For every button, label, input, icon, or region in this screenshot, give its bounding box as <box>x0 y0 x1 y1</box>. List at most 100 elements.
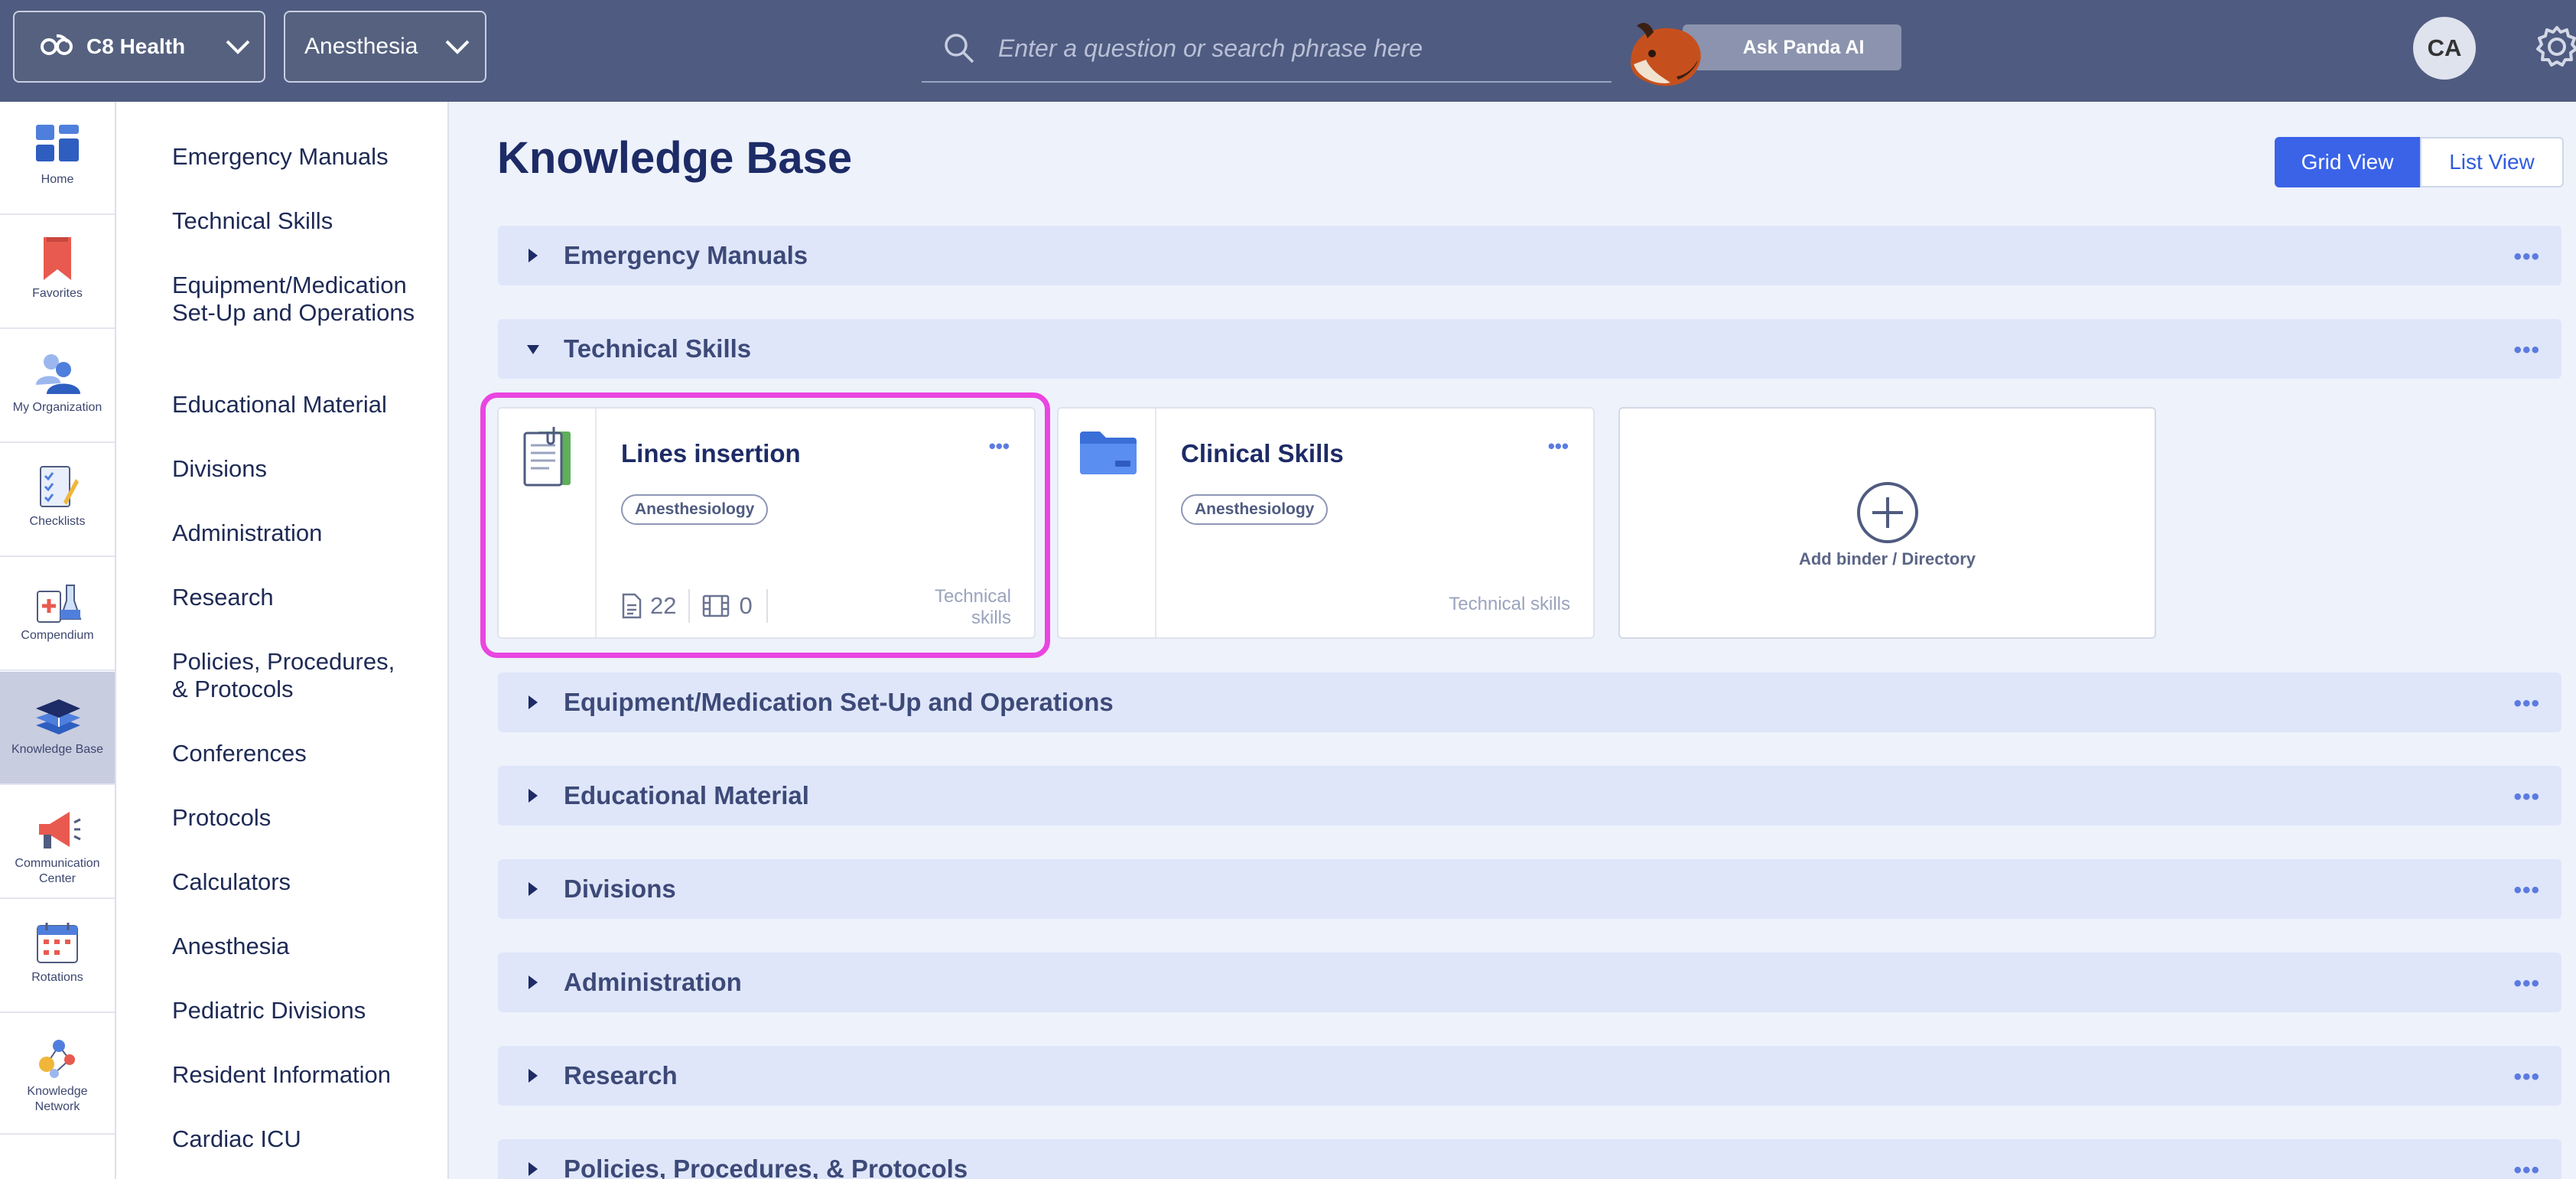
ask-panda-button[interactable]: Ask Panda AI <box>1683 24 1901 70</box>
search-bar[interactable]: Enter a question or search phrase here <box>922 15 1612 83</box>
sidebar-item-research[interactable]: Research <box>172 584 432 611</box>
organization-name: C8 Health <box>86 34 186 58</box>
caret-right-icon <box>529 882 538 896</box>
nav-home[interactable]: Home <box>0 102 115 215</box>
organization-selector[interactable]: C8 Health <box>13 11 265 83</box>
section-title: Technical Skills <box>564 334 752 363</box>
nav-label: My Organization <box>12 401 102 414</box>
sidebar-item-pediatric-divisions[interactable]: Pediatric Divisions <box>172 997 432 1024</box>
books-icon <box>36 699 80 734</box>
caret-down-icon <box>527 345 539 354</box>
more-options-icon[interactable]: ••• <box>1548 435 1569 458</box>
sidebar-item-calculators[interactable]: Calculators <box>172 868 432 896</box>
sidebar-item-equipment-medication[interactable]: Equipment/Medication Set-Up and Operatio… <box>172 272 424 327</box>
list-view-button[interactable]: List View <box>2420 137 2564 187</box>
megaphone-icon <box>39 812 81 848</box>
nav-knowledge-base[interactable]: Knowledge Base <box>0 672 115 785</box>
gear-icon[interactable] <box>2532 21 2576 72</box>
caret-right-icon <box>529 789 538 803</box>
caret-right-icon <box>529 1069 538 1083</box>
section-administration[interactable]: Administration ••• <box>498 953 2561 1012</box>
bookmark-icon <box>44 237 71 280</box>
chevron-down-icon <box>445 40 470 54</box>
nav-label: Favorites <box>32 287 83 300</box>
nav-favorites[interactable]: Favorites <box>0 216 115 329</box>
user-initials: CA <box>2427 34 2462 61</box>
home-grid-icon <box>36 125 79 161</box>
user-avatar[interactable]: CA <box>2413 17 2476 80</box>
section-title: Research <box>564 1061 678 1089</box>
more-options-icon[interactable]: ••• <box>2513 244 2540 270</box>
sidebar-item-policies[interactable]: Policies, Procedures, & Protocols <box>172 648 417 703</box>
add-binder-label: Add binder / Directory <box>1798 549 1976 568</box>
sidebar-item-divisions[interactable]: Divisions <box>172 455 432 483</box>
checklist-icon <box>40 466 79 507</box>
nav-my-organization[interactable]: My Organization <box>0 330 115 443</box>
sidebar-item-resident-information[interactable]: Resident Information <box>172 1061 432 1089</box>
caret-right-icon <box>529 695 538 709</box>
department-selector[interactable]: Anesthesia <box>284 11 486 83</box>
nav-label: Knowledge Base <box>11 743 104 756</box>
section-title: Divisions <box>564 874 676 903</box>
more-options-icon[interactable]: ••• <box>2513 337 2540 363</box>
more-options-icon[interactable]: ••• <box>2513 784 2540 810</box>
category-sidebar: Emergency Manuals Technical Skills Equip… <box>116 102 449 1179</box>
nav-label: Rotations <box>31 971 83 984</box>
page-title: Knowledge Base <box>497 133 853 183</box>
section-technical-skills[interactable]: Technical Skills ••• <box>498 319 2561 379</box>
more-options-icon[interactable]: ••• <box>2513 878 2540 904</box>
sidebar-item-anesthesia[interactable]: Anesthesia <box>172 933 432 960</box>
nav-label: Knowledge Network <box>27 1085 88 1113</box>
department-name: Anesthesia <box>304 34 418 59</box>
main-content: Knowledge Base Grid View List View Emerg… <box>450 102 2576 1179</box>
add-binder-card[interactable]: Add binder / Directory <box>1618 407 2156 639</box>
selection-highlight <box>480 392 1050 658</box>
network-icon <box>39 1040 75 1078</box>
more-options-icon[interactable]: ••• <box>2513 1158 2540 1179</box>
nav-checklists[interactable]: Checklists <box>0 444 115 557</box>
section-title: Educational Material <box>564 781 809 809</box>
nav-compendium[interactable]: Compendium <box>0 558 115 671</box>
search-icon <box>945 34 974 64</box>
section-research[interactable]: Research ••• <box>498 1046 2561 1106</box>
nav-label: Communication Center <box>15 857 100 885</box>
section-title: Emergency Manuals <box>564 241 808 269</box>
tag-badge[interactable]: Anesthesiology <box>1181 494 1329 525</box>
more-options-icon[interactable]: ••• <box>2513 1064 2540 1090</box>
sidebar-item-emergency-manuals[interactable]: Emergency Manuals <box>172 143 432 171</box>
section-title: Administration <box>564 968 742 996</box>
nav-knowledge-network[interactable]: Knowledge Network <box>0 1014 115 1135</box>
add-circle-icon <box>1857 482 1918 543</box>
caret-right-icon <box>529 249 538 262</box>
section-educational-material[interactable]: Educational Material ••• <box>498 766 2561 826</box>
panda-mascot-icon[interactable] <box>1623 17 1707 90</box>
section-divisions[interactable]: Divisions ••• <box>498 859 2561 919</box>
sidebar-item-conferences[interactable]: Conferences <box>172 740 432 767</box>
section-policies[interactable]: Policies, Procedures, & Protocols ••• <box>498 1139 2561 1179</box>
grid-view-button[interactable]: Grid View <box>2275 137 2420 187</box>
caret-right-icon <box>529 1162 538 1176</box>
sidebar-item-protocols[interactable]: Protocols <box>172 804 432 832</box>
section-emergency-manuals[interactable]: Emergency Manuals ••• <box>498 226 2561 285</box>
sidebar-item-educational-material[interactable]: Educational Material <box>172 391 432 419</box>
search-input[interactable]: Enter a question or search phrase here <box>998 34 1423 63</box>
folder-card-clinical-skills[interactable]: Clinical Skills ••• Anesthesiology Techn… <box>1057 407 1595 639</box>
more-options-icon[interactable]: ••• <box>2513 691 2540 717</box>
folder-icon <box>1080 432 1137 474</box>
calendar-icon <box>37 923 78 963</box>
sidebar-item-administration[interactable]: Administration <box>172 519 432 547</box>
nav-communication-center[interactable]: Communication Center <box>0 786 115 899</box>
sidebar-item-technical-skills[interactable]: Technical Skills <box>172 207 432 235</box>
section-title: Policies, Procedures, & Protocols <box>564 1155 968 1179</box>
nav-rotations[interactable]: Rotations <box>0 900 115 1013</box>
caret-right-icon <box>529 975 538 989</box>
nav-label: Checklists <box>29 515 86 528</box>
sidebar-item-cardiac-icu[interactable]: Cardiac ICU <box>172 1125 432 1153</box>
ask-panda-label: Ask Panda AI <box>1742 36 1865 58</box>
medicine-icon <box>37 585 82 623</box>
card-title: Clinical Skills <box>1181 439 1344 467</box>
more-options-icon[interactable]: ••• <box>2513 971 2540 997</box>
section-equipment-medication[interactable]: Equipment/Medication Set-Up and Operatio… <box>498 673 2561 732</box>
people-icon <box>36 354 80 394</box>
nav-label: Compendium <box>21 629 94 642</box>
